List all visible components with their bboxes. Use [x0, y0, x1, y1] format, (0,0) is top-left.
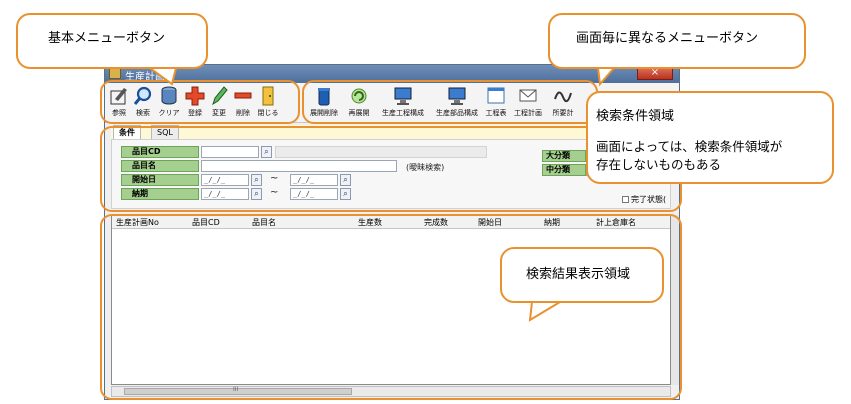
result-area-callout-text: 検索結果表示領域	[526, 267, 631, 282]
result-area-callout: 検索結果表示領域	[500, 247, 664, 303]
basic-menu-callout: 基本メニューボタン	[16, 13, 208, 69]
screen-menu-highlight	[302, 80, 598, 124]
basic-menu-callout-text: 基本メニューボタン	[48, 31, 166, 46]
app-icon	[109, 68, 121, 79]
search-area-callout: 検索条件領域 画面によっては、検索条件領域が 存在しないものもある	[586, 91, 834, 184]
screen-menu-callout-text: 画面毎に異なるメニューボタン	[576, 31, 759, 46]
screen-menu-callout: 画面毎に異なるメニューボタン	[548, 13, 806, 69]
search-area-callout-line: 画面によっては、検索条件領域が	[596, 139, 783, 154]
search-area-callout-title: 検索条件領域	[596, 109, 675, 124]
result-area-highlight	[100, 214, 682, 400]
basic-menu-highlight	[100, 80, 300, 124]
search-area-callout-line: 存在しないものもある	[596, 157, 722, 172]
